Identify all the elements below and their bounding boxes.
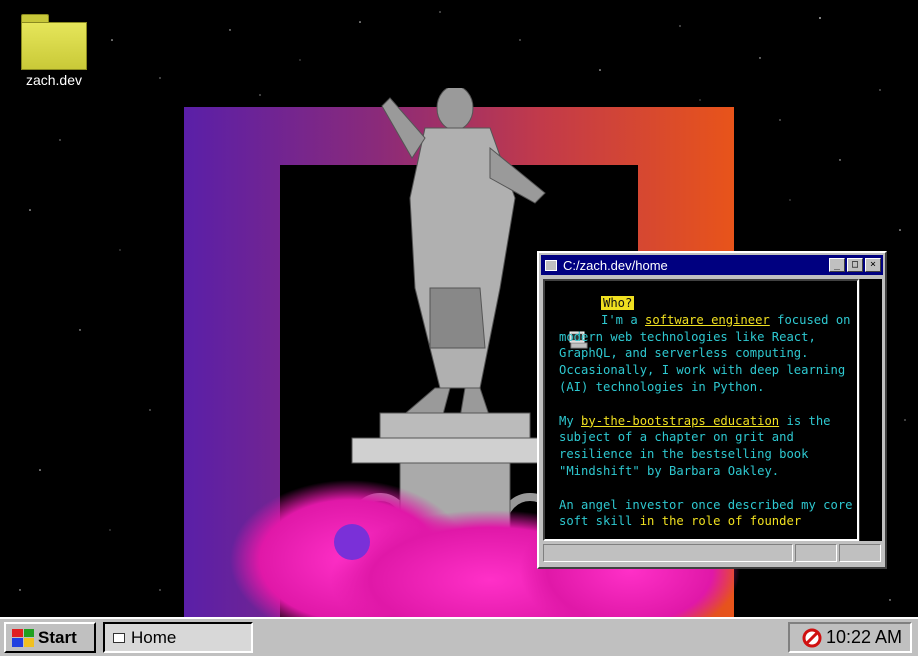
home-window: C:/zach.dev/home _ □ × Who? I'm a softwa… (537, 251, 887, 569)
window-title: C:/zach.dev/home (563, 257, 668, 273)
software-engineer-link[interactable]: software engineer (645, 313, 770, 327)
windows-logo-icon (12, 628, 34, 647)
start-button[interactable]: Start (4, 622, 96, 653)
minimize-button[interactable]: _ (829, 258, 845, 272)
clock: 10:22 AM (825, 627, 902, 647)
system-tray: 10:22 AM (788, 622, 912, 653)
who-heading: Who? (601, 296, 635, 310)
window-titlebar[interactable]: C:/zach.dev/home _ □ × (541, 255, 883, 275)
status-panel-1 (543, 544, 793, 562)
taskbar: Start Home 10:22 AM (0, 617, 918, 656)
window-content[interactable]: Who? I'm a software engineer focused on … (543, 279, 859, 541)
no-entry-icon[interactable] (802, 628, 822, 648)
desktop-icon-label: zach.dev (25, 72, 83, 88)
status-panel-3 (839, 544, 881, 562)
window-statusbar (543, 544, 881, 564)
window-app-icon (545, 259, 557, 271)
bio-text: Who? I'm a software engineer focused on … (559, 296, 858, 529)
role-of-founder-text: role of founder (691, 514, 802, 529)
start-label: Start (38, 627, 77, 647)
maximize-button[interactable]: □ (847, 258, 863, 272)
window-icon (113, 632, 125, 643)
taskbar-item-label: Home (131, 627, 177, 647)
folder-icon (21, 14, 87, 70)
vertical-scrollbar[interactable] (859, 279, 882, 541)
close-button[interactable]: × (865, 258, 881, 272)
desktop-folder-zach-dev[interactable]: zach.dev (14, 14, 94, 88)
education-link[interactable]: by-the-bootstraps education (581, 414, 779, 428)
taskbar-item-home[interactable]: Home (103, 622, 253, 653)
status-panel-2 (795, 544, 837, 562)
